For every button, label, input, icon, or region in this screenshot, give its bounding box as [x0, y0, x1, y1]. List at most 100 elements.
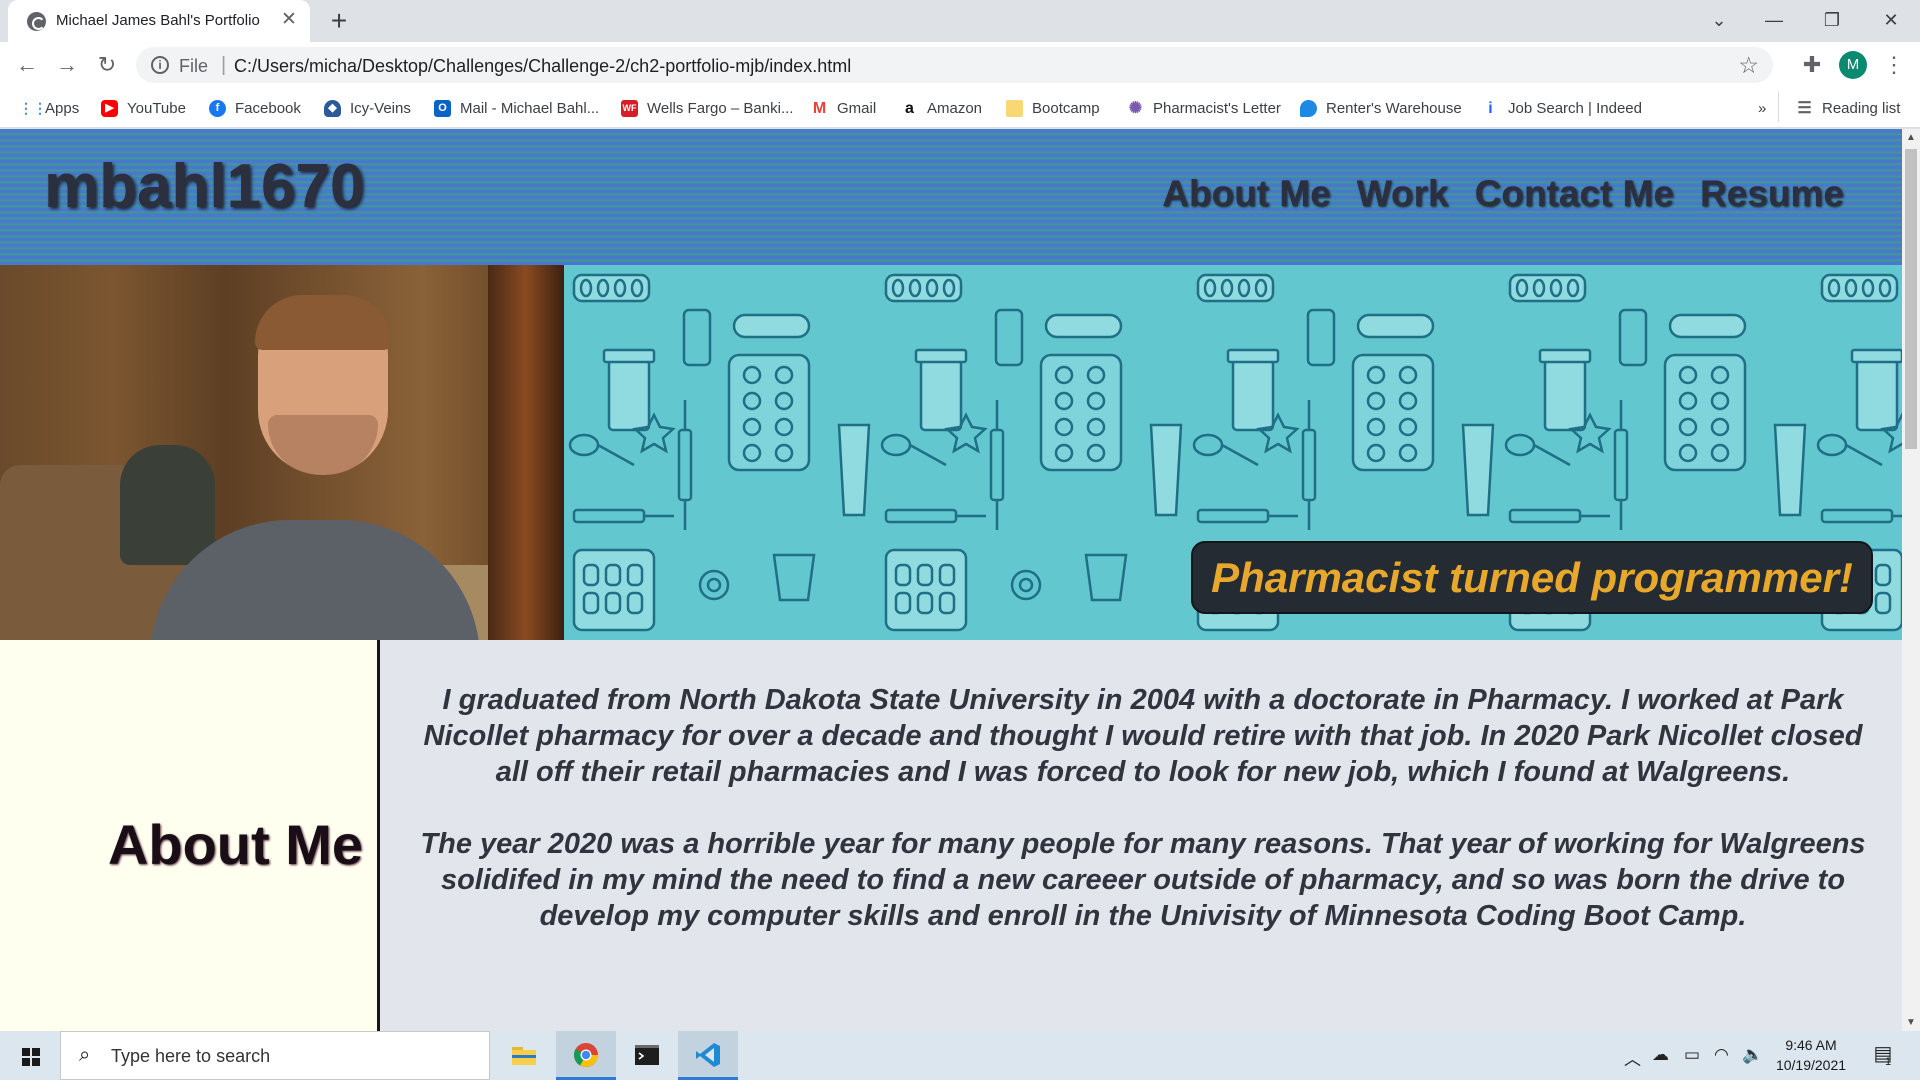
bookmark-outlook-mail[interactable]: O Mail - Michael Bahl... [434, 97, 599, 119]
tab-title: Michael James Bahl's Portfolio [56, 12, 260, 29]
bookmarks-divider [1778, 92, 1779, 122]
page-viewport: mbahl1670 About Me Work Contact Me Resum… [0, 129, 1902, 1031]
bookmark-pharmacists-letter[interactable]: ✺ Pharmacist's Letter [1127, 97, 1281, 119]
profile-avatar[interactable]: M [1839, 51, 1867, 79]
back-arrow-icon[interactable]: ← [13, 51, 41, 79]
vscode-taskbar-button[interactable] [678, 1031, 738, 1080]
bookmark-star-icon[interactable]: ☆ [1738, 52, 1759, 79]
nav-link-work[interactable]: Work [1357, 173, 1449, 215]
new-tab-button[interactable]: + [324, 6, 354, 36]
chrome-icon [573, 1043, 598, 1068]
hero-banner: Pharmacist turned programmer! [0, 265, 1902, 640]
reading-list-icon: ☰ [1797, 99, 1812, 117]
tab-search-chevron-icon[interactable]: ⌄ [1690, 0, 1748, 40]
clock-time: 9:46 AM [1785, 1037, 1837, 1053]
globe-icon [27, 12, 46, 31]
renters-warehouse-icon [1300, 99, 1317, 117]
search-icon: ⌕ [79, 1044, 91, 1066]
reading-list-label: Reading list [1822, 99, 1901, 117]
battery-icon[interactable]: ▭ [1684, 1045, 1700, 1065]
site-brand: mbahl1670 [44, 152, 365, 221]
browser-menu-icon[interactable]: ⋮ [1881, 52, 1907, 78]
scroll-up-arrow-icon[interactable]: ▲ [1902, 129, 1920, 146]
windows-taskbar: ⌕ Type here to search ︿ ☁ ▭ ◠ 🔈 9:46 AM … [0, 1031, 1920, 1080]
terminal-taskbar-button[interactable] [617, 1031, 677, 1080]
url-scheme-label: File [179, 56, 209, 76]
minimize-button[interactable]: — [1745, 0, 1803, 40]
page-scrollbar[interactable]: ▲ ▼ [1902, 129, 1920, 1031]
bookmark-wells-fargo[interactable]: WF Wells Fargo – Banki... [621, 97, 793, 119]
start-button[interactable] [0, 1031, 60, 1080]
bookmark-bootcamp-folder[interactable]: Bootcamp [1006, 97, 1100, 119]
bookmark-gmail[interactable]: M Gmail [811, 97, 876, 119]
browser-toolbar: ← → ↻ i File | C:/Users/micha/Desktop/Ch… [0, 42, 1920, 88]
bookmark-label: Apps [45, 99, 80, 117]
bookmark-label: Icy-Veins [350, 99, 411, 117]
file-explorer-taskbar-button[interactable] [494, 1031, 554, 1080]
gmail-icon: M [812, 99, 827, 117]
scroll-down-arrow-icon[interactable]: ▼ [1902, 1014, 1920, 1031]
url-separator: | [221, 54, 227, 76]
chrome-taskbar-button[interactable] [556, 1031, 616, 1080]
clock-date: 10/19/2021 [1775, 1057, 1847, 1073]
taskbar-clock[interactable]: 9:46 AM 10/19/2021 [1762, 1035, 1860, 1075]
about-body: I graduated from North Dakota State Univ… [418, 682, 1868, 934]
tray-overflow-chevron-icon[interactable]: ︿ [1624, 1045, 1641, 1070]
bookmark-youtube[interactable]: ▶ YouTube [101, 97, 186, 119]
hero-tagline: Pharmacist turned programmer! [1191, 541, 1873, 614]
facebook-icon: f [209, 99, 226, 117]
pattern-tile [880, 273, 1183, 632]
bookmarks-bar: ⋮⋮ Apps ▶ YouTube f Facebook ◆ Icy-Veins… [0, 88, 1920, 128]
reload-icon[interactable]: ↻ [93, 51, 121, 79]
bookmark-indeed[interactable]: i Job Search | Indeed [1482, 97, 1642, 119]
wifi-icon[interactable]: ◠ [1714, 1045, 1729, 1065]
amazon-icon: a [905, 99, 914, 117]
bookmark-label: Amazon [927, 99, 983, 117]
close-window-button[interactable]: ✕ [1862, 0, 1920, 40]
youtube-icon: ▶ [101, 99, 118, 117]
bookmark-label: Bootcamp [1032, 99, 1100, 117]
about-sidebar: About Me [0, 640, 380, 1031]
outlook-icon: O [434, 99, 451, 117]
reading-list-button[interactable]: ☰ Reading list [1796, 97, 1900, 119]
wells-fargo-icon: WF [621, 99, 638, 117]
nav-link-contact-me[interactable]: Contact Me [1475, 173, 1674, 215]
forward-arrow-icon[interactable]: → [53, 51, 81, 79]
bookmark-icy-veins[interactable]: ◆ Icy-Veins [324, 97, 411, 119]
folder-icon [1006, 99, 1023, 117]
restore-button[interactable]: ❐ [1803, 0, 1861, 40]
indeed-icon: i [1488, 99, 1493, 117]
bookmark-label: Wells Fargo – Banki... [647, 99, 794, 117]
extensions-puzzle-icon[interactable]: ✚ [1799, 52, 1825, 78]
bookmark-facebook[interactable]: f Facebook [209, 97, 301, 119]
browser-tab-strip: Michael James Bahl's Portfolio ✕ + ⌄ — ❐… [0, 0, 1920, 42]
action-center-button[interactable]: ▤ 1 [1868, 1041, 1898, 1071]
scrollbar-thumb[interactable] [1905, 149, 1917, 449]
bookmark-apps[interactable]: ⋮⋮ Apps [19, 97, 79, 119]
site-info-icon[interactable]: i [151, 56, 169, 74]
bookmark-label: Pharmacist's Letter [1153, 99, 1281, 117]
about-paragraph: I graduated from North Dakota State Univ… [423, 684, 1863, 788]
profile-photo [0, 265, 564, 640]
bookmarks-overflow-button[interactable]: » [1758, 97, 1766, 119]
bookmark-amazon[interactable]: a Amazon [901, 97, 982, 119]
tab-close-icon[interactable]: ✕ [278, 9, 300, 31]
browser-tab[interactable]: Michael James Bahl's Portfolio ✕ [8, 0, 310, 42]
notification-count: 1 [1885, 1056, 1892, 1068]
bookmark-label: Facebook [235, 99, 301, 117]
windows-logo-icon [22, 1048, 40, 1066]
nav-link-about-me[interactable]: About Me [1162, 173, 1331, 215]
bookmark-label: Gmail [837, 99, 877, 117]
nav-link-resume[interactable]: Resume [1700, 173, 1844, 215]
site-nav: About Me Work Contact Me Resume [1162, 173, 1844, 215]
bookmark-renters-warehouse[interactable]: Renter's Warehouse [1300, 97, 1462, 119]
about-section: About Me I graduated from North Dakota S… [0, 640, 1902, 1031]
folder-icon [512, 1047, 536, 1065]
taskbar-search-box[interactable]: ⌕ Type here to search [60, 1031, 490, 1080]
address-bar[interactable]: i File | C:/Users/micha/Desktop/Challeng… [136, 47, 1773, 83]
about-paragraph: The year 2020 was a horrible year for ma… [420, 828, 1866, 932]
volume-icon[interactable]: 🔈 [1742, 1045, 1763, 1065]
url-text[interactable]: C:/Users/micha/Desktop/Challenges/Challe… [234, 56, 851, 77]
onedrive-cloud-icon[interactable]: ☁ [1652, 1045, 1669, 1065]
bookmark-label: Job Search | Indeed [1508, 99, 1642, 117]
